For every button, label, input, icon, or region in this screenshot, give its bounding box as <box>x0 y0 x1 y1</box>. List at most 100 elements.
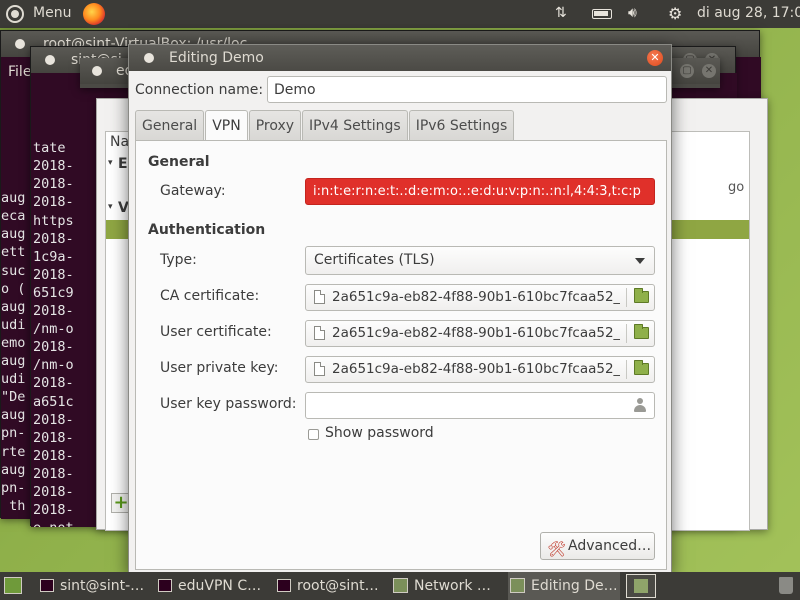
ca-certificate-chooser[interactable]: 2a651c9a-eb82-4f88-90b1-610bc7fcaa52_… <box>305 284 655 311</box>
clock[interactable]: di aug 28, 17:05 <box>697 5 800 21</box>
terminal-line: udi <box>1 316 26 333</box>
maximize-icon[interactable]: ▢ <box>680 64 694 78</box>
menu-button[interactable]: Menu <box>33 5 71 21</box>
expander-icon[interactable]: ▾ <box>108 202 113 212</box>
terminal-line: udi <box>1 371 26 388</box>
connection-group[interactable]: E <box>118 156 128 172</box>
taskbar-item-label: eduVPN C… <box>178 578 262 594</box>
settings-gear-icon[interactable]: ⚙ <box>668 4 682 23</box>
taskbar-item-network[interactable]: Network … <box>391 572 491 600</box>
close-icon[interactable]: ✕ <box>647 50 663 66</box>
window-menu-icon[interactable] <box>45 55 55 65</box>
folder-open-icon[interactable] <box>634 324 649 339</box>
taskbar-item-label: sint@sint-… <box>60 578 145 594</box>
editing-demo-dialog[interactable]: Editing Demo ✕ Connection name: General … <box>128 44 672 574</box>
folder-open-icon[interactable] <box>634 360 649 375</box>
user-key-password-label: User key password: <box>160 396 297 412</box>
chevron-down-icon <box>635 258 645 264</box>
bottom-panel: sint@sint-… eduVPN C… root@sint… Network… <box>0 572 800 600</box>
terminal-icon <box>40 579 54 592</box>
dialog-title: Editing Demo <box>169 50 264 66</box>
separator <box>626 360 627 379</box>
user-private-key-label: User private key: <box>160 360 279 376</box>
workspace-switcher-icon[interactable] <box>626 574 656 598</box>
general-section-heading: General <box>148 154 210 170</box>
separator <box>626 324 627 343</box>
terminal-line: aug <box>1 461 26 478</box>
firefox-icon[interactable] <box>83 3 105 25</box>
connection-name-label: Connection name: <box>135 82 264 98</box>
taskbar-item-eduvpn[interactable]: eduVPN C… <box>155 572 261 600</box>
show-password-checkbox[interactable] <box>308 429 319 440</box>
terminal-line: aug <box>1 515 31 519</box>
terminal-line: aug <box>1 407 26 424</box>
taskbar-item-label: Editing De… <box>531 578 618 594</box>
tab-proxy[interactable]: Proxy <box>248 110 302 141</box>
password-storage-icon[interactable] <box>633 398 647 413</box>
terminal-line: aug <box>1 226 26 243</box>
connection-name-input[interactable] <box>267 76 667 103</box>
taskbar-item-root-terminal[interactable]: root@sint… <box>274 572 379 600</box>
document-icon <box>314 326 325 340</box>
tools-icon: 🛠︎ <box>547 540 567 558</box>
advanced-button-label: Advanced… <box>568 538 652 554</box>
ubuntu-menu-icon[interactable] <box>6 5 24 23</box>
list-header-name[interactable]: Na <box>110 134 129 150</box>
document-icon <box>314 290 325 304</box>
terminal-line: "De <box>1 389 26 406</box>
auth-type-select[interactable]: Certificates (TLS) <box>305 246 655 275</box>
terminal-line: emo <box>1 334 26 351</box>
volume-icon[interactable]: 🔊︎ <box>628 5 637 21</box>
window-menu-icon[interactable] <box>144 53 154 63</box>
dialog-titlebar[interactable]: Editing Demo <box>129 45 671 71</box>
terminal-left-lines: aug eca aug ett suc o (aug udi emo aug udi "De aug p… <box>1 189 31 519</box>
top-panel: Menu ⇅ 🔊︎ ⚙ di aug 28, 17:05 <box>0 0 800 28</box>
show-desktop-icon[interactable] <box>4 577 22 594</box>
network-icon <box>510 578 525 593</box>
user-key-password-input[interactable] <box>305 392 655 419</box>
expander-icon[interactable]: ▾ <box>108 158 113 168</box>
terminal-line: th <box>1 497 26 514</box>
terminal-line: eca <box>1 208 26 225</box>
tab-general[interactable]: General <box>135 110 205 141</box>
terminal-line: aug <box>1 298 26 315</box>
taskbar-item-label: root@sint… <box>297 578 379 594</box>
user-private-key-filename: 2a651c9a-eb82-4f88-90b1-610bc7fcaa52_… <box>332 361 620 377</box>
gateway-input[interactable]: i:n:t:e:r:n:e:t:.:d:e:m:o:.:e:d:u:v:p:n:… <box>305 178 655 205</box>
taskbar-item-sint-terminal[interactable]: sint@sint-… <box>37 572 144 600</box>
tab-vpn[interactable]: VPN <box>205 110 248 142</box>
user-certificate-chooser[interactable]: 2a651c9a-eb82-4f88-90b1-610bc7fcaa52_… <box>305 320 655 347</box>
terminal-line: o ( <box>1 280 26 297</box>
type-label: Type: <box>160 252 197 268</box>
vpn-tab-panel: General Gateway: i:n:t:e:r:n:e:t:.:d:e:m… <box>135 140 667 570</box>
close-icon[interactable]: ✕ <box>702 64 716 78</box>
network-arrows-icon[interactable]: ⇅ <box>555 5 567 21</box>
separator <box>626 288 627 307</box>
ca-certificate-label: CA certificate: <box>160 288 260 304</box>
terminal-left-text: aug eca aug ett suc o (aug udi emo aug udi "De aug p… <box>1 153 31 519</box>
tab-ipv4-settings[interactable]: IPv4 Settings <box>302 110 408 141</box>
user-certificate-filename: 2a651c9a-eb82-4f88-90b1-610bc7fcaa52_… <box>332 325 620 341</box>
battery-icon[interactable] <box>592 9 612 19</box>
gateway-label: Gateway: <box>160 183 226 199</box>
window-menu-icon[interactable] <box>92 66 102 76</box>
tab-ipv6-settings[interactable]: IPv6 Settings <box>408 110 515 141</box>
terminal-line: rte <box>1 443 26 460</box>
terminal-line: suc <box>1 262 26 279</box>
terminal-line: aug <box>1 353 26 370</box>
window-menu-icon[interactable] <box>15 39 25 49</box>
list-fragment: go <box>728 180 745 195</box>
document-icon <box>314 362 325 376</box>
user-certificate-label: User certificate: <box>160 324 272 340</box>
user-private-key-chooser[interactable]: 2a651c9a-eb82-4f88-90b1-610bc7fcaa52_… <box>305 356 655 383</box>
file-menu[interactable]: File <box>8 64 31 80</box>
trash-icon[interactable] <box>779 577 793 594</box>
terminal-icon <box>277 579 291 592</box>
folder-open-icon[interactable] <box>634 288 649 303</box>
advanced-button[interactable]: 🛠︎ Advanced… <box>540 532 655 560</box>
terminal-line: pn- <box>1 425 26 442</box>
auth-type-value: Certificates (TLS) <box>314 252 435 268</box>
taskbar-item-editing-demo[interactable]: Editing De… <box>508 572 620 600</box>
show-password-label[interactable]: Show password <box>325 425 434 441</box>
terminal-line: aug <box>1 190 26 207</box>
